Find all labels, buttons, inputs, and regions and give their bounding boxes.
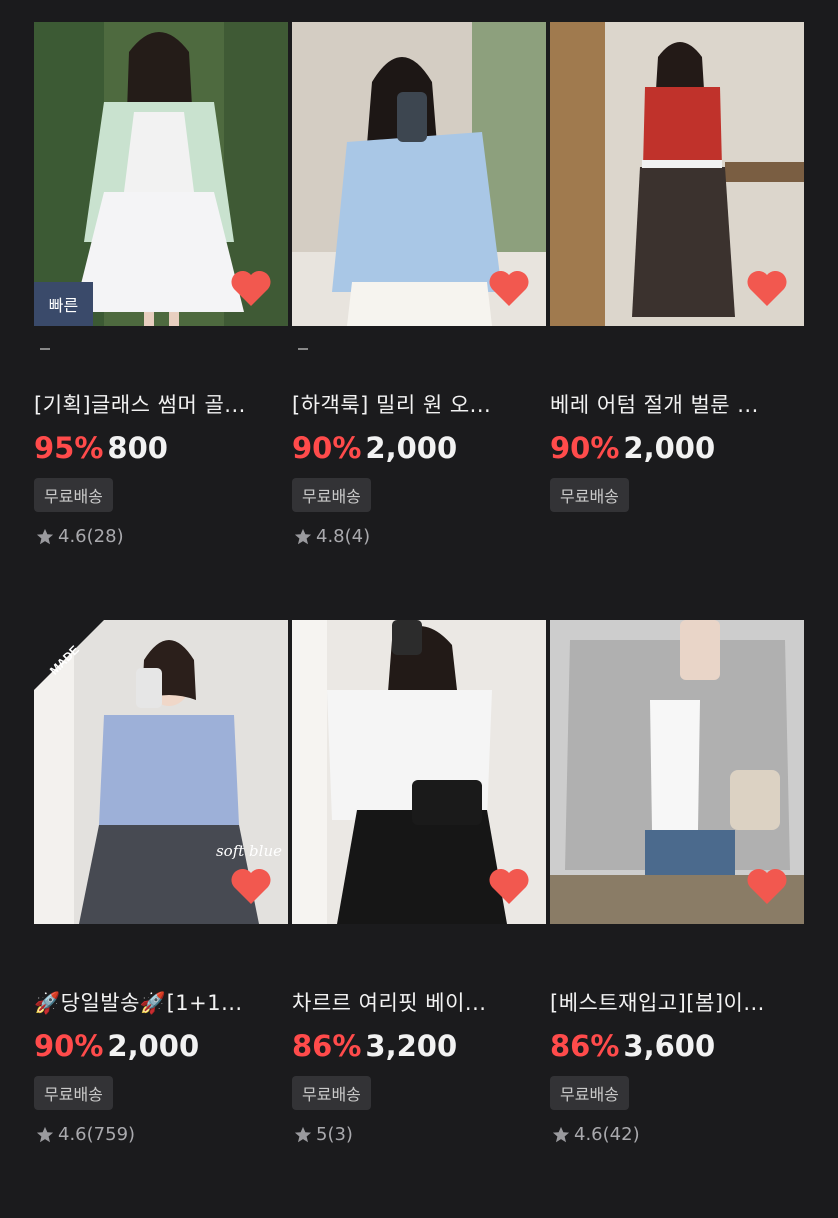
discount-rate: 90% (34, 1029, 104, 1063)
heart-icon[interactable] (488, 270, 530, 308)
price-row: 90% 2,000 (550, 430, 715, 466)
rating-score: 4.8 (316, 526, 345, 547)
product-title[interactable]: [하객룩] 밀리 원 오... (292, 390, 546, 420)
product-image[interactable]: 빠른 (34, 22, 288, 326)
rating-score: 4.6 (574, 1124, 603, 1145)
free-shipping-badge: 무료배송 (292, 478, 371, 512)
heart-icon[interactable] (746, 868, 788, 906)
product-card[interactable]: MADE soft blue 🚀당일발송🚀[1+1... 90% 2,000 무료… (34, 620, 288, 1218)
discount-rate: 86% (292, 1029, 362, 1063)
product-image[interactable]: MADE soft blue (34, 620, 288, 924)
heart-icon[interactable] (488, 868, 530, 906)
free-shipping-badge: 무료배송 (34, 478, 113, 512)
price-row: 90% 2,000 (292, 430, 457, 466)
heart-icon[interactable] (230, 270, 272, 308)
price-row: 86% 3,200 (292, 1028, 457, 1064)
price-row: 86% 3,600 (550, 1028, 715, 1064)
discount-rate: 90% (550, 431, 620, 465)
review-count: (3) (327, 1124, 353, 1145)
review-count: (4) (344, 526, 371, 547)
price: 3,600 (623, 1029, 716, 1063)
rating: 4.6 (759) (36, 1124, 135, 1145)
product-card[interactable]: [하객룩] 밀리 원 오... 90% 2,000 무료배송 4.8 (4) (292, 22, 546, 620)
rating: 4.6 (42) (552, 1124, 640, 1145)
rating-score: 5 (316, 1124, 328, 1145)
heart-icon[interactable] (746, 270, 788, 308)
discount-rate: 90% (292, 431, 362, 465)
product-image[interactable] (292, 22, 546, 326)
product-card[interactable]: [베스트재입고][봄]이... 86% 3,600 무료배송 4.6 (42) (550, 620, 804, 1218)
review-count: (42) (602, 1124, 640, 1145)
rating: 4.8 (4) (294, 526, 370, 547)
product-card[interactable]: 빠른 [기획]글래스 썸머 골... 95% 800 무료배송 4.6 (28) (34, 22, 288, 620)
product-image[interactable] (550, 620, 804, 924)
free-shipping-badge: 무료배송 (34, 1076, 113, 1110)
color-caption: soft blue (215, 842, 282, 860)
product-grid: 빠른 [기획]글래스 썸머 골... 95%800 무료배송 4.6(28) (34, 22, 804, 1218)
product-title[interactable]: 차르르 여리핏 베이... (292, 988, 546, 1018)
product-image[interactable] (550, 22, 804, 326)
rating: 4.6 (28) (36, 526, 124, 547)
product-card[interactable]: 차르르 여리핏 베이... 86% 3,200 무료배송 5 (3) (292, 620, 546, 1218)
price-row: 90% 2,000 (34, 1028, 199, 1064)
free-shipping-badge: 무료배송 (550, 478, 629, 512)
price: 3,200 (365, 1029, 458, 1063)
product-image[interactable] (292, 620, 546, 924)
star-icon (552, 1126, 570, 1142)
rating: 5 (3) (294, 1124, 353, 1145)
star-icon (294, 528, 312, 544)
product-title[interactable]: [기획]글래스 썸머 골... (34, 390, 288, 420)
free-shipping-badge: 무료배송 (550, 1076, 629, 1110)
price: 2,000 (623, 431, 716, 465)
discount-rate: 95% (34, 431, 104, 465)
fast-delivery-badge: 빠른 (34, 282, 93, 326)
price: 2,000 (107, 1029, 200, 1063)
product-title[interactable]: 베레 어텀 절개 벌룬 ... (550, 390, 804, 420)
price: 2,000 (365, 431, 458, 465)
star-icon (36, 528, 54, 544)
product-title[interactable]: [베스트재입고][봄]이... (550, 988, 804, 1018)
star-icon (36, 1126, 54, 1142)
rating-score: 4.6 (58, 1124, 87, 1145)
product-title[interactable]: 🚀당일발송🚀[1+1... (34, 988, 288, 1018)
free-shipping-badge: 무료배송 (292, 1076, 371, 1110)
made-ribbon: MADE (34, 620, 104, 690)
divider (40, 348, 50, 350)
price: 800 (107, 431, 168, 465)
divider (298, 348, 308, 350)
review-count: (759) (86, 1124, 136, 1145)
product-card[interactable]: 베레 어텀 절개 벌룬 ... 90% 2,000 무료배송 (550, 22, 804, 620)
price-row: 95% 800 (34, 430, 168, 466)
rating-score: 4.6 (58, 526, 87, 547)
heart-icon[interactable] (230, 868, 272, 906)
discount-rate: 86% (550, 1029, 620, 1063)
review-count: (28) (86, 526, 124, 547)
star-icon (294, 1126, 312, 1142)
